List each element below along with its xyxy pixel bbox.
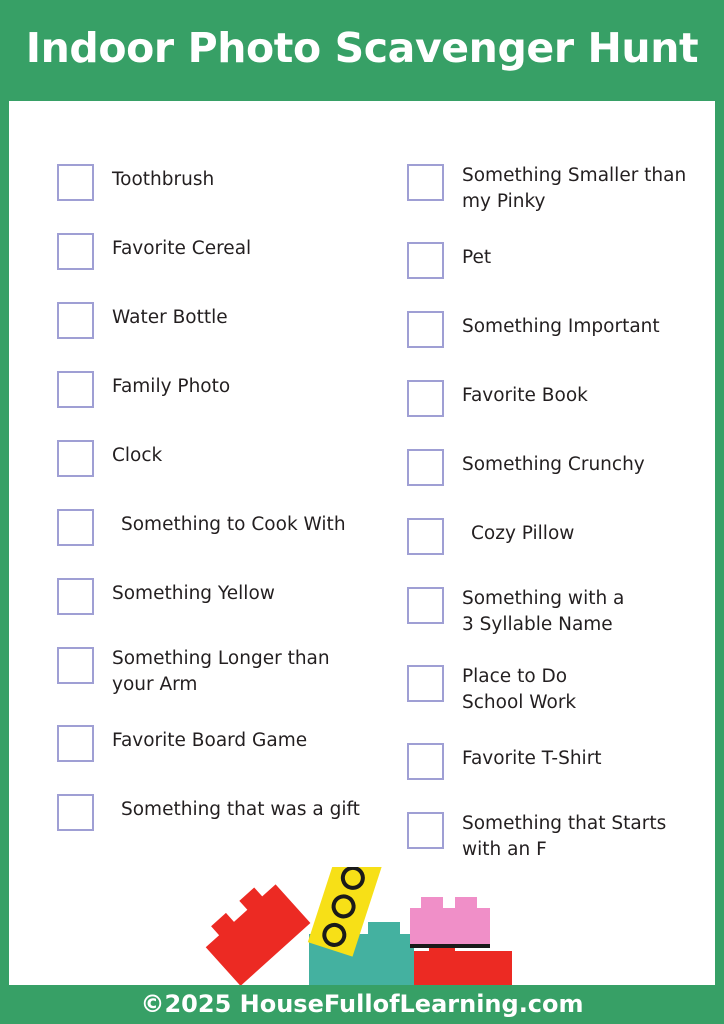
- checklist-item[interactable]: Something to Cook With: [57, 508, 377, 546]
- checkbox[interactable]: [407, 665, 444, 702]
- checklist-item-label: Family Photo: [112, 376, 231, 397]
- checklist-item-label: Favorite Board Game: [112, 730, 308, 751]
- checklist-item[interactable]: Something Smaller than my Pinky: [407, 163, 707, 215]
- checkbox[interactable]: [407, 242, 444, 279]
- checklist-item[interactable]: Toothbrush: [57, 163, 377, 201]
- checkbox[interactable]: [407, 164, 444, 201]
- checklist-item-label: Cozy Pillow: [471, 523, 575, 544]
- checklist-item-label: Something Crunchy: [462, 454, 645, 475]
- checklist-item-label: Place to Do School Work: [462, 666, 577, 713]
- checklist-item[interactable]: Something Crunchy: [407, 448, 707, 486]
- red-brick-right: [414, 939, 512, 985]
- checklist-item[interactable]: Something that Starts with an F: [407, 811, 707, 863]
- checklist-item-label: Water Bottle: [112, 307, 228, 328]
- checklist-column-right: Something Smaller than my Pinky Pet Someth…: [407, 163, 707, 889]
- checklist-item[interactable]: Favorite Cereal: [57, 232, 377, 270]
- checkbox[interactable]: [57, 647, 94, 684]
- checklist-item-label: Toothbrush: [112, 169, 215, 190]
- checklist-item[interactable]: Something with a 3 Syllable Name: [407, 586, 707, 638]
- checkbox[interactable]: [57, 233, 94, 270]
- checklist-item-label: Something Yellow: [112, 583, 275, 604]
- checklist-item-label: Pet: [462, 247, 492, 268]
- checkbox[interactable]: [57, 509, 94, 546]
- checklist-columns: Toothbrush Favorite Cereal Water Bottle Fam…: [9, 101, 715, 881]
- checklist-item-label: Something that was a gift: [121, 799, 360, 820]
- checkbox[interactable]: [407, 311, 444, 348]
- checklist-item[interactable]: Cozy Pillow: [407, 517, 707, 555]
- checklist-item[interactable]: Something Longer than your Arm: [57, 646, 377, 698]
- checklist-item-label: Something Longer than your Arm: [112, 648, 330, 695]
- checklist-item-label: Favorite Book: [462, 385, 588, 406]
- checkbox[interactable]: [407, 812, 444, 849]
- checklist-item[interactable]: Something Yellow: [57, 577, 377, 615]
- content-sheet: Toothbrush Favorite Cereal Water Bottle Fam…: [9, 101, 715, 986]
- checkbox[interactable]: [57, 725, 94, 762]
- checklist-item-label: Something Important: [462, 316, 660, 337]
- header-band: Indoor Photo Scavenger Hunt: [0, 0, 724, 98]
- red-tilted-brick: [205, 884, 311, 986]
- pink-brick: [410, 897, 490, 948]
- page-title: Indoor Photo Scavenger Hunt: [25, 23, 699, 72]
- checkbox[interactable]: [57, 164, 94, 201]
- checklist-item[interactable]: Family Photo: [57, 370, 377, 408]
- copyright-text: ©2025 HouseFullofLearning.com: [140, 990, 584, 1018]
- checkbox[interactable]: [407, 380, 444, 417]
- teal-brick: [309, 922, 414, 985]
- checklist-item-label: Favorite T-Shirt: [462, 748, 602, 769]
- checkbox[interactable]: [57, 578, 94, 615]
- checklist-item-label: Something Smaller than my Pinky: [462, 165, 687, 212]
- checklist-item[interactable]: Something that was a gift: [57, 793, 377, 831]
- checklist-item[interactable]: Pet: [407, 241, 707, 279]
- footer-band: ©2025 HouseFullofLearning.com: [0, 985, 724, 1024]
- checkbox[interactable]: [57, 440, 94, 477]
- checkbox[interactable]: [57, 302, 94, 339]
- checkbox[interactable]: [57, 371, 94, 408]
- printable-worksheet-page: Indoor Photo Scavenger Hunt Toothbrush Fa…: [0, 0, 724, 1024]
- checklist-item[interactable]: Something Important: [407, 310, 707, 348]
- checklist-item-label: Favorite Cereal: [112, 238, 252, 259]
- checklist-item-label: Clock: [112, 445, 163, 466]
- checkbox[interactable]: [407, 449, 444, 486]
- checklist-item[interactable]: Water Bottle: [57, 301, 377, 339]
- checklist-item[interactable]: Place to Do School Work: [407, 664, 707, 716]
- checklist-item[interactable]: Clock: [57, 439, 377, 477]
- checklist-item[interactable]: Favorite T-Shirt: [407, 742, 707, 780]
- checkbox[interactable]: [407, 518, 444, 555]
- checkbox[interactable]: [57, 794, 94, 831]
- checklist-item-label: Something that Starts with an F: [462, 813, 667, 860]
- checklist-item-label: Something to Cook With: [121, 514, 346, 535]
- checklist-item[interactable]: Favorite Board Game: [57, 724, 377, 762]
- checklist-item[interactable]: Favorite Book: [407, 379, 707, 417]
- checkbox[interactable]: [407, 743, 444, 780]
- checkbox[interactable]: [407, 587, 444, 624]
- checklist-column-left: Toothbrush Favorite Cereal Water Bottle Fam…: [57, 163, 377, 862]
- checklist-item-label: Something with a 3 Syllable Name: [462, 588, 625, 635]
